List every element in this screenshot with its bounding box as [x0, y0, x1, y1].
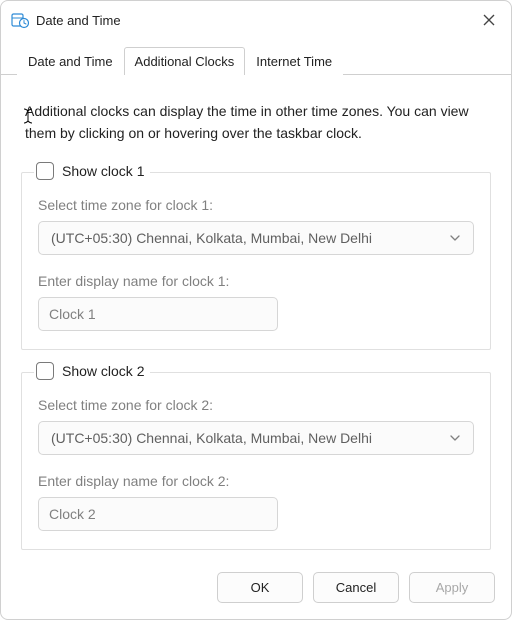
clock2-tz-value: (UTC+05:30) Chennai, Kolkata, Mumbai, Ne…: [51, 430, 372, 446]
ok-button[interactable]: OK: [217, 572, 303, 603]
clock2-name-input[interactable]: Clock 2: [38, 497, 278, 531]
tab-internet-time[interactable]: Internet Time: [245, 47, 343, 75]
show-clock2-label: Show clock 2: [62, 363, 144, 379]
clock1-tz-value: (UTC+05:30) Chennai, Kolkata, Mumbai, Ne…: [51, 230, 372, 246]
apply-button[interactable]: Apply: [409, 572, 495, 603]
chevron-down-icon: [449, 232, 461, 244]
clock2-name-value: Clock 2: [49, 506, 96, 522]
button-label: OK: [251, 580, 270, 595]
clock1-name-value: Clock 1: [49, 306, 96, 322]
window-title: Date and Time: [36, 13, 477, 28]
clock2-tz-select[interactable]: (UTC+05:30) Chennai, Kolkata, Mumbai, Ne…: [38, 421, 474, 455]
clock2-legend: Show clock 2: [34, 362, 150, 380]
titlebar: Date and Time: [1, 1, 511, 37]
clock1-group: Show clock 1 Select time zone for clock …: [21, 172, 491, 350]
tab-strip: Date and Time Additional Clocks Internet…: [1, 47, 511, 75]
clock2-group: Show clock 2 Select time zone for clock …: [21, 372, 491, 550]
close-icon: [483, 14, 495, 26]
button-label: Cancel: [336, 580, 376, 595]
tab-label: Date and Time: [28, 54, 113, 69]
tab-additional-clocks[interactable]: Additional Clocks: [124, 47, 246, 75]
clock2-name-label: Enter display name for clock 2:: [38, 473, 474, 489]
dialog-button-row: OK Cancel Apply: [1, 562, 511, 619]
clock1-name-label: Enter display name for clock 1:: [38, 273, 474, 289]
clock1-name-input[interactable]: Clock 1: [38, 297, 278, 331]
clock2-tz-label: Select time zone for clock 2:: [38, 397, 474, 413]
show-clock1-checkbox[interactable]: [36, 162, 54, 180]
clock1-tz-select[interactable]: (UTC+05:30) Chennai, Kolkata, Mumbai, Ne…: [38, 221, 474, 255]
clock1-tz-label: Select time zone for clock 1:: [38, 197, 474, 213]
tab-label: Internet Time: [256, 54, 332, 69]
tab-panel-additional-clocks: Additional clocks can display the time i…: [1, 75, 511, 562]
clock-calendar-icon: [11, 11, 29, 29]
close-button[interactable]: [477, 8, 501, 32]
show-clock1-label: Show clock 1: [62, 163, 144, 179]
description-text: Additional clocks can display the time i…: [25, 101, 487, 144]
tab-date-and-time[interactable]: Date and Time: [17, 47, 124, 75]
cancel-button[interactable]: Cancel: [313, 572, 399, 603]
chevron-down-icon: [449, 432, 461, 444]
clock1-legend: Show clock 1: [34, 162, 150, 180]
tab-label: Additional Clocks: [135, 54, 235, 69]
date-time-dialog: Date and Time Date and Time Additional C…: [0, 0, 512, 620]
show-clock2-checkbox[interactable]: [36, 362, 54, 380]
button-label: Apply: [436, 580, 469, 595]
